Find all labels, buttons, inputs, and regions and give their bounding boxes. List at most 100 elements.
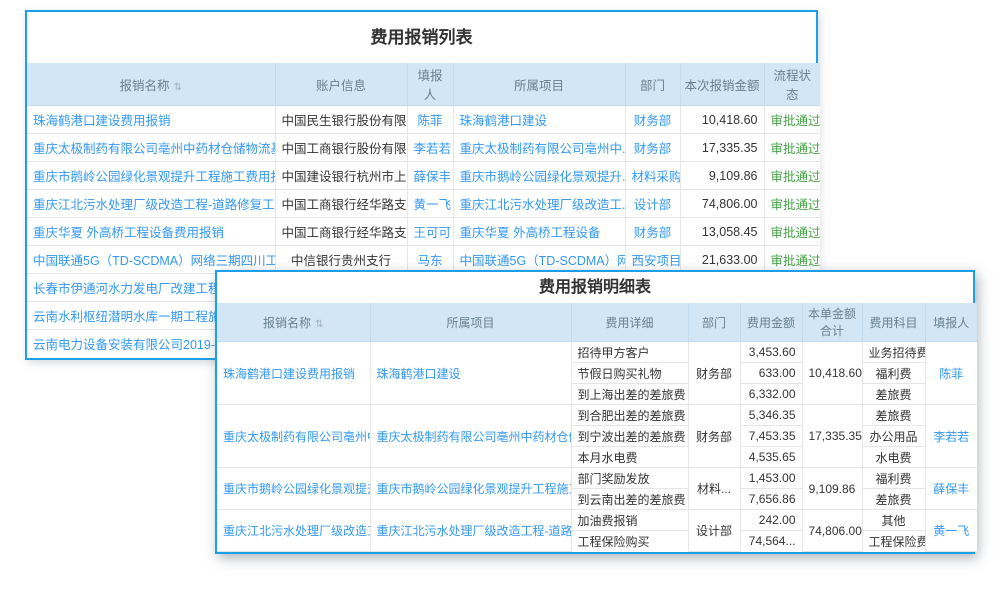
project-link[interactable]: 重庆华夏 外高桥工程设备	[453, 218, 625, 246]
sort-icon[interactable]: ⇅	[315, 319, 323, 330]
column-header: 账户信息	[275, 63, 407, 106]
category-cell: 办公用品	[862, 426, 925, 447]
expense-detail-cell: 部门奖励发放	[571, 468, 688, 489]
column-header: 部门	[688, 303, 740, 342]
table-row: 重庆江北污水处理厂级改造工程-道路修复工程费用...中国工商银行经华路支行黄一飞…	[27, 190, 820, 218]
reporter-link[interactable]: 黄一飞	[407, 190, 453, 218]
column-header: 填报人	[407, 63, 453, 106]
column-header-label: 报销名称	[120, 79, 170, 93]
reporter-link[interactable]: 黄一飞	[925, 510, 977, 552]
total-amount-cell: 9,109.86	[802, 468, 862, 510]
expense-name-link[interactable]: 重庆江北污水处理厂级改造工程-道路修复工程费用...	[27, 190, 275, 218]
category-cell: 福利费	[862, 363, 925, 384]
column-header: 费用金额	[740, 303, 802, 342]
dept-cell: 材料...	[688, 468, 740, 510]
table-row: 重庆市鹅岭公园绿化景观提升工程施工费用报销中国建设银行杭州市上...薛保丰重庆市…	[27, 162, 820, 190]
reporter-link[interactable]: 薛保丰	[925, 468, 977, 510]
table-row: 重庆太极制药有限公司亳州中药材仓储物流基地项...中国工商银行股份有限...李若…	[27, 134, 820, 162]
project-link[interactable]: 重庆市鹅岭公园绿化景观提升...	[453, 162, 625, 190]
amount-cell: 10,418.60	[680, 106, 764, 134]
expense-name-link[interactable]: 珠海鹤港口建设费用报销	[27, 106, 275, 134]
column-header-label: 报销名称	[263, 316, 311, 330]
detail-header-row: 报销名称⇅所属项目费用详细部门费用金额本单金额合计费用科目填报人	[217, 303, 977, 342]
column-header-label: 部门	[702, 316, 726, 330]
status-badge: 审批通过	[764, 134, 820, 162]
total-amount-cell: 10,418.60	[802, 342, 862, 405]
column-header: 费用科目	[862, 303, 925, 342]
reporter-link[interactable]: 陈菲	[925, 342, 977, 405]
amount-cell: 633.00	[740, 363, 802, 384]
column-header: 流程状态	[764, 63, 820, 106]
project-link[interactable]: 珠海鹤港口建设	[370, 342, 571, 405]
status-badge: 审批通过	[764, 162, 820, 190]
expense-name-link[interactable]: 重庆太极制药有限公司亳州中药材仓储物流基地项...	[27, 134, 275, 162]
column-header: 本单金额合计	[802, 303, 862, 342]
amount-cell: 7,656.86	[740, 489, 802, 510]
expense-detail-cell: 节假日购买礼物	[571, 363, 688, 384]
expense-name-link[interactable]: 重庆太极制药有限公司亳州中药材	[217, 405, 370, 468]
column-header-label: 所属项目	[514, 79, 564, 93]
detail-table-body: 珠海鹤港口建设费用报销珠海鹤港口建设招待甲方客户财务部3,453.6010,41…	[217, 342, 977, 552]
amount-cell: 13,058.45	[680, 218, 764, 246]
category-cell: 福利费	[862, 468, 925, 489]
detail-table-title: 费用报销明细表	[217, 272, 973, 303]
expense-detail-cell: 到合肥出差的差旅费	[571, 405, 688, 426]
expense-name-link[interactable]: 重庆江北污水处理厂级改造工程-	[217, 510, 370, 552]
expense-detail-cell: 工程保险购买	[571, 531, 688, 552]
column-header-label: 本次报销金额	[685, 79, 760, 93]
sort-icon[interactable]: ⇅	[174, 82, 182, 93]
amount-cell: 17,335.35	[680, 134, 764, 162]
amount-cell: 3,453.60	[740, 342, 802, 363]
reporter-link[interactable]: 薛保丰	[407, 162, 453, 190]
category-cell: 业务招待费	[862, 342, 925, 363]
amount-cell: 5,346.35	[740, 405, 802, 426]
amount-cell: 4,535.65	[740, 447, 802, 468]
reporter-link[interactable]: 李若若	[407, 134, 453, 162]
project-link[interactable]: 重庆市鹅岭公园绿化景观提升工程施工	[370, 468, 571, 510]
amount-cell: 74,806.00	[680, 190, 764, 218]
expense-name-link[interactable]: 重庆市鹅岭公园绿化景观提升工程施工费用报销	[27, 162, 275, 190]
amount-cell: 74,564...	[740, 531, 802, 552]
column-header-label: 账户信息	[316, 79, 366, 93]
list-table-header: 报销名称 ⇅ 账户信息 填报人 所属项目 部门 本次报销金额流程状态	[27, 63, 820, 106]
expense-name-link[interactable]: 重庆华夏 外高桥工程设备费用报销	[27, 218, 275, 246]
column-header-label: 费用金额	[747, 316, 795, 330]
reporter-link[interactable]: 王可可	[407, 218, 453, 246]
column-header-label: 填报人	[417, 69, 442, 102]
column-header-label: 部门	[640, 79, 665, 93]
table-row: 重庆太极制药有限公司亳州中药材重庆太极制药有限公司亳州中药材仓储物流到合肥出差的…	[217, 405, 977, 426]
column-header-label: 所属项目	[446, 316, 494, 330]
expense-detail-table: 费用报销明细表 报销名称⇅所属项目费用详细部门费用金额本单金额合计费用科目填报人…	[215, 270, 975, 554]
category-cell: 水电费	[862, 447, 925, 468]
dept-cell: 财务部	[625, 134, 680, 162]
category-cell: 工程保险费	[862, 531, 925, 552]
category-cell: 差旅费	[862, 405, 925, 426]
reporter-link[interactable]: 李若若	[925, 405, 977, 468]
column-header: 所属项目	[370, 303, 571, 342]
project-link[interactable]: 重庆江北污水处理厂级改造工程-道路修复工	[370, 510, 571, 552]
dept-cell: 财务部	[688, 405, 740, 468]
expense-detail-cell: 到宁波出差的差旅费	[571, 426, 688, 447]
dept-cell: 设计部	[625, 190, 680, 218]
amount-cell: 9,109.86	[680, 162, 764, 190]
total-amount-cell: 74,806.00	[802, 510, 862, 552]
project-link[interactable]: 重庆太极制药有限公司亳州中药材仓储物流	[370, 405, 571, 468]
table-row: 重庆华夏 外高桥工程设备费用报销中国工商银行经华路支行王可可重庆华夏 外高桥工程…	[27, 218, 820, 246]
dept-cell: 设计部	[688, 510, 740, 552]
list-table-title: 费用报销列表	[27, 12, 816, 63]
expense-name-link[interactable]: 珠海鹤港口建设费用报销	[217, 342, 370, 405]
account-cell: 中国建设银行杭州市上...	[275, 162, 407, 190]
table-row: 重庆江北污水处理厂级改造工程-重庆江北污水处理厂级改造工程-道路修复工加油费报销…	[217, 510, 977, 531]
expense-name-link[interactable]: 重庆市鹅岭公园绿化景观提升工程	[217, 468, 370, 510]
dept-cell: 财务部	[625, 218, 680, 246]
reporter-link[interactable]: 陈菲	[407, 106, 453, 134]
project-link[interactable]: 重庆江北污水处理厂级改造工...	[453, 190, 625, 218]
list-header-row: 报销名称 ⇅ 账户信息 填报人 所属项目 部门 本次报销金额流程状态	[27, 63, 820, 106]
column-header: 报销名称 ⇅	[27, 63, 275, 106]
project-link[interactable]: 珠海鹤港口建设	[453, 106, 625, 134]
table-row: 珠海鹤港口建设费用报销珠海鹤港口建设招待甲方客户财务部3,453.6010,41…	[217, 342, 977, 363]
expense-detail-cell: 到上海出差的差旅费	[571, 384, 688, 405]
category-cell: 差旅费	[862, 489, 925, 510]
project-link[interactable]: 重庆太极制药有限公司亳州中...	[453, 134, 625, 162]
column-header-label: 流程状态	[773, 69, 811, 102]
